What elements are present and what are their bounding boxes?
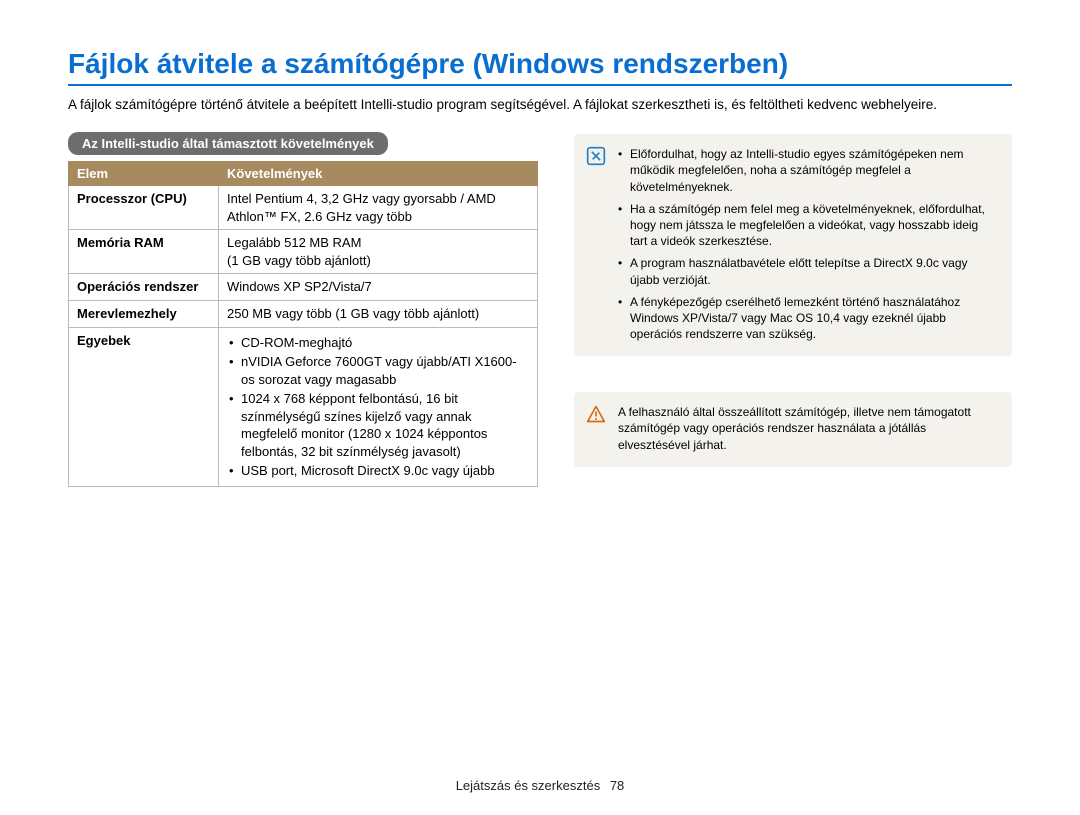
table-row: Egyebek CD-ROM-meghajtó nVIDIA Geforce 7… xyxy=(69,327,538,486)
footer-section: Lejátszás és szerkesztés xyxy=(456,778,601,793)
note-callout: Előfordulhat, hogy az Intelli-studio egy… xyxy=(574,134,1012,356)
section-heading: Az Intelli-studio által támasztott követ… xyxy=(68,132,388,155)
row-value-other: CD-ROM-meghajtó nVIDIA Geforce 7600GT va… xyxy=(219,327,538,486)
footer-page-number: 78 xyxy=(610,778,624,793)
note-icon xyxy=(586,146,606,342)
table-header-req: Követelmények xyxy=(219,162,538,186)
page-footer: Lejátszás és szerkesztés 78 xyxy=(0,778,1080,793)
table-row: Processzor (CPU) Intel Pentium 4, 3,2 GH… xyxy=(69,186,538,230)
row-label-ram: Memória RAM xyxy=(69,230,219,274)
right-column: Előfordulhat, hogy az Intelli-studio egy… xyxy=(574,132,1012,503)
table-header-item: Elem xyxy=(69,162,219,186)
page: Fájlok átvitele a számítógépre (Windows … xyxy=(0,0,1080,503)
left-column: Az Intelli-studio által támasztott követ… xyxy=(68,132,538,503)
row-value-os: Windows XP SP2/Vista/7 xyxy=(219,274,538,301)
other-item: USB port, Microsoft DirectX 9.0c vagy új… xyxy=(227,462,529,480)
other-item: 1024 x 768 képpont felbontású, 16 bit sz… xyxy=(227,390,529,460)
other-item: CD-ROM-meghajtó xyxy=(227,334,529,352)
note-item: Előfordulhat, hogy az Intelli-studio egy… xyxy=(618,146,998,195)
ram-line2: (1 GB vagy több ajánlott) xyxy=(227,253,371,268)
note-item: A fényképezőgép cserélhető lemezként tör… xyxy=(618,294,998,343)
row-label-os: Operációs rendszer xyxy=(69,274,219,301)
two-column-layout: Az Intelli-studio által támasztott követ… xyxy=(68,132,1012,503)
note-list: Előfordulhat, hogy az Intelli-studio egy… xyxy=(618,146,998,342)
requirements-table: Elem Követelmények Processzor (CPU) Inte… xyxy=(68,161,538,487)
note-item: Ha a számítógép nem felel meg a követelm… xyxy=(618,201,998,250)
ram-line1: Legalább 512 MB RAM xyxy=(227,235,361,250)
page-title: Fájlok átvitele a számítógépre (Windows … xyxy=(68,48,1012,86)
warning-callout: A felhasználó által összeállított számít… xyxy=(574,392,1012,467)
row-value-ram: Legalább 512 MB RAM (1 GB vagy több aján… xyxy=(219,230,538,274)
table-row: Operációs rendszer Windows XP SP2/Vista/… xyxy=(69,274,538,301)
intro-text: A fájlok számítógépre történő átvitele a… xyxy=(68,96,1012,114)
table-row: Merevlemezhely 250 MB vagy több (1 GB va… xyxy=(69,300,538,327)
warning-text: A felhasználó által összeállított számít… xyxy=(618,404,998,453)
other-item: nVIDIA Geforce 7600GT vagy újabb/ATI X16… xyxy=(227,353,529,388)
row-value-hdd: 250 MB vagy több (1 GB vagy több ajánlot… xyxy=(219,300,538,327)
row-label-other: Egyebek xyxy=(69,327,219,486)
warning-icon xyxy=(586,404,606,453)
row-label-cpu: Processzor (CPU) xyxy=(69,186,219,230)
note-item: A program használatbavétele előtt telepí… xyxy=(618,255,998,287)
row-label-hdd: Merevlemezhely xyxy=(69,300,219,327)
row-value-cpu: Intel Pentium 4, 3,2 GHz vagy gyorsabb /… xyxy=(219,186,538,230)
table-row: Memória RAM Legalább 512 MB RAM (1 GB va… xyxy=(69,230,538,274)
